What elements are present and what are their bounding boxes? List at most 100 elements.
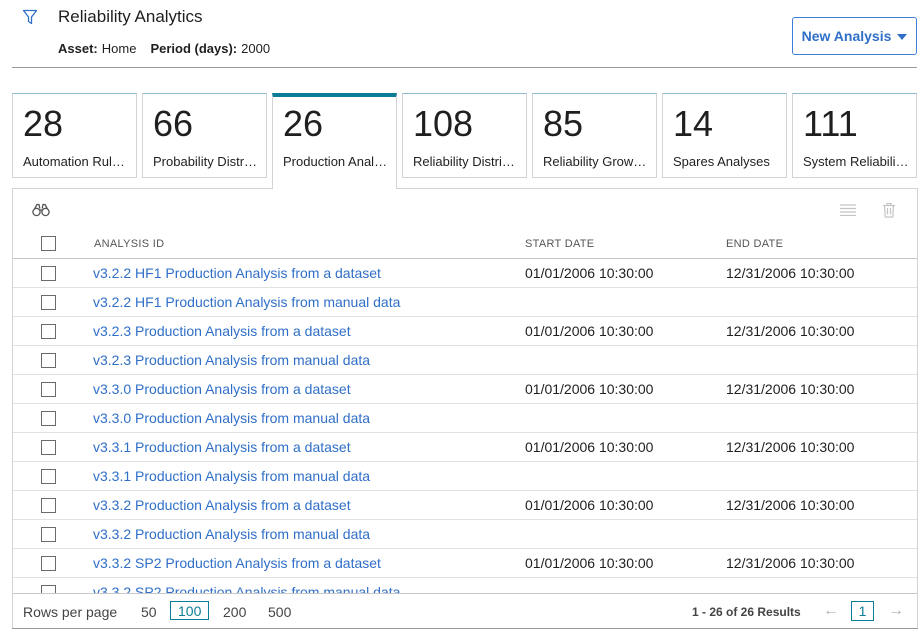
bottom-divider [12, 628, 918, 629]
select-all-checkbox[interactable] [41, 236, 56, 251]
analysis-id-link[interactable]: v3.3.2 SP2 Production Analysis from manu… [93, 584, 400, 593]
analysis-id-link[interactable]: v3.3.0 Production Analysis from manual d… [93, 410, 370, 426]
pagination-bar: Rows per page 50 100 200 500 1 - 26 of 2… [13, 593, 917, 629]
rows-per-page-option-100[interactable]: 100 [170, 601, 210, 620]
binoculars-icon[interactable] [32, 203, 50, 217]
analysis-id-link[interactable]: v3.2.2 HF1 Production Analysis from manu… [93, 294, 400, 310]
tile-label: Production Anal… [283, 154, 388, 169]
row-checkbox[interactable] [41, 527, 56, 542]
tile-count: 14 [673, 103, 714, 144]
asset-label: Asset: [58, 41, 98, 56]
tile-label: System Reliabili… [803, 154, 909, 169]
results-count: 1 - 26 of 26 Results [692, 605, 801, 619]
rows-per-page-option-200[interactable]: 200 [223, 604, 246, 620]
row-checkbox[interactable] [41, 266, 56, 281]
tile-automation-rules[interactable]: 28 Automation Rul… [12, 93, 137, 178]
analysis-type-tiles: 28 Automation Rul… 66 Probability Distr…… [12, 93, 918, 189]
analysis-id-link[interactable]: v3.3.2 SP2 Production Analysis from a da… [93, 555, 381, 571]
arrow-right-icon[interactable]: → [888, 602, 904, 620]
arrow-left-icon[interactable]: ← [823, 602, 839, 620]
start-date-cell: 01/01/2006 10:30:00 [525, 265, 654, 281]
table-row: v3.3.1 Production Analysis from a datase… [13, 433, 917, 462]
end-date-cell: 12/31/2006 10:30:00 [726, 555, 855, 571]
period-value: 2000 [241, 41, 271, 56]
row-checkbox[interactable] [41, 382, 56, 397]
analysis-id-link[interactable]: v3.2.3 Production Analysis from manual d… [93, 352, 370, 368]
tile-spares-analyses[interactable]: 14 Spares Analyses [662, 93, 787, 178]
asset-value: Home [101, 41, 137, 56]
period-label: Period (days): [150, 41, 238, 56]
tile-label: Spares Analyses [673, 154, 770, 169]
tile-label: Probability Distr… [153, 154, 258, 169]
row-checkbox[interactable] [41, 585, 56, 593]
analysis-id-link[interactable]: v3.3.0 Production Analysis from a datase… [93, 381, 351, 397]
chevron-down-icon [897, 34, 908, 40]
analysis-id-link[interactable]: v3.2.2 HF1 Production Analysis from a da… [93, 265, 381, 281]
rows-per-page-label: Rows per page [23, 604, 118, 620]
tile-reliability-growth[interactable]: 85 Reliability Grow… [532, 93, 657, 178]
list-view-icon[interactable] [840, 204, 856, 216]
rows-per-page-option-50[interactable]: 50 [141, 604, 157, 620]
start-date-cell: 01/01/2006 10:30:00 [525, 497, 654, 513]
column-header-analysis-id[interactable]: ANALYSIS ID [94, 238, 164, 250]
analysis-id-link[interactable]: v3.3.2 Production Analysis from a datase… [93, 497, 351, 513]
row-checkbox[interactable] [41, 556, 56, 571]
column-header-end-date[interactable]: END DATE [726, 238, 783, 250]
tile-label: Reliability Distri… [413, 154, 515, 169]
row-checkbox[interactable] [41, 353, 56, 368]
tile-reliability-distributions[interactable]: 108 Reliability Distri… [402, 93, 527, 178]
page-number-button[interactable]: 1 [851, 601, 874, 621]
tile-count: 28 [23, 103, 64, 144]
end-date-cell: 12/31/2006 10:30:00 [726, 323, 855, 339]
analysis-id-link[interactable]: v3.3.2 Production Analysis from manual d… [93, 526, 370, 542]
analysis-id-link[interactable]: v3.2.3 Production Analysis from a datase… [93, 323, 351, 339]
end-date-cell: 12/31/2006 10:30:00 [726, 497, 855, 513]
tile-label: Automation Rul… [23, 154, 125, 169]
end-date-cell: 12/31/2006 10:30:00 [726, 439, 855, 455]
tile-system-reliability[interactable]: 111 System Reliabili… [792, 93, 917, 178]
new-analysis-label: New Analysis [801, 28, 892, 44]
table-row: v3.3.0 Production Analysis from manual d… [13, 404, 917, 433]
start-date-cell: 01/01/2006 10:30:00 [525, 555, 654, 571]
table-row: v3.2.2 HF1 Production Analysis from a da… [13, 259, 917, 288]
analysis-list-panel: ANALYSIS ID START DATE END DATE v3.2.2 H… [12, 188, 918, 629]
tile-count: 66 [153, 103, 194, 144]
filter-icon[interactable] [22, 9, 38, 25]
tile-count: 108 [413, 103, 474, 144]
table-row: v3.2.3 Production Analysis from manual d… [13, 346, 917, 375]
table-header: ANALYSIS ID START DATE END DATE [13, 233, 917, 259]
analysis-id-link[interactable]: v3.3.1 Production Analysis from a datase… [93, 439, 351, 455]
context-bar: Asset: Home Period (days): 2000 [58, 41, 270, 56]
tile-label: Reliability Grow… [543, 154, 647, 169]
row-checkbox[interactable] [41, 295, 56, 310]
page-title: Reliability Analytics [58, 7, 203, 26]
table-row: v3.3.0 Production Analysis from a datase… [13, 375, 917, 404]
end-date-cell: 12/31/2006 10:30:00 [726, 381, 855, 397]
row-checkbox[interactable] [41, 324, 56, 339]
start-date-cell: 01/01/2006 10:30:00 [525, 439, 654, 455]
row-checkbox[interactable] [41, 440, 56, 455]
row-checkbox[interactable] [41, 411, 56, 426]
table-row: v3.3.2 Production Analysis from a datase… [13, 491, 917, 520]
row-checkbox[interactable] [41, 498, 56, 513]
start-date-cell: 01/01/2006 10:30:00 [525, 323, 654, 339]
table-row: v3.2.2 HF1 Production Analysis from manu… [13, 288, 917, 317]
trash-icon[interactable] [882, 202, 896, 218]
table-row: v3.3.2 SP2 Production Analysis from manu… [13, 578, 917, 593]
column-header-start-date[interactable]: START DATE [525, 238, 594, 250]
row-checkbox[interactable] [41, 469, 56, 484]
tile-count: 85 [543, 103, 584, 144]
tile-count: 111 [803, 103, 858, 144]
rows-per-page-option-500[interactable]: 500 [268, 604, 291, 620]
tile-probability-distributions[interactable]: 66 Probability Distr… [142, 93, 267, 178]
tile-production-analyses[interactable]: 26 Production Anal… [272, 93, 397, 189]
table-body: v3.2.2 HF1 Production Analysis from a da… [13, 259, 917, 593]
end-date-cell: 12/31/2006 10:30:00 [726, 265, 855, 281]
start-date-cell: 01/01/2006 10:30:00 [525, 381, 654, 397]
table-row: v3.3.2 Production Analysis from manual d… [13, 520, 917, 549]
new-analysis-button[interactable]: New Analysis [792, 17, 917, 55]
analysis-id-link[interactable]: v3.3.1 Production Analysis from manual d… [93, 468, 370, 484]
table-row: v3.3.1 Production Analysis from manual d… [13, 462, 917, 491]
table-row: v3.2.3 Production Analysis from a datase… [13, 317, 917, 346]
header-divider [12, 67, 917, 68]
